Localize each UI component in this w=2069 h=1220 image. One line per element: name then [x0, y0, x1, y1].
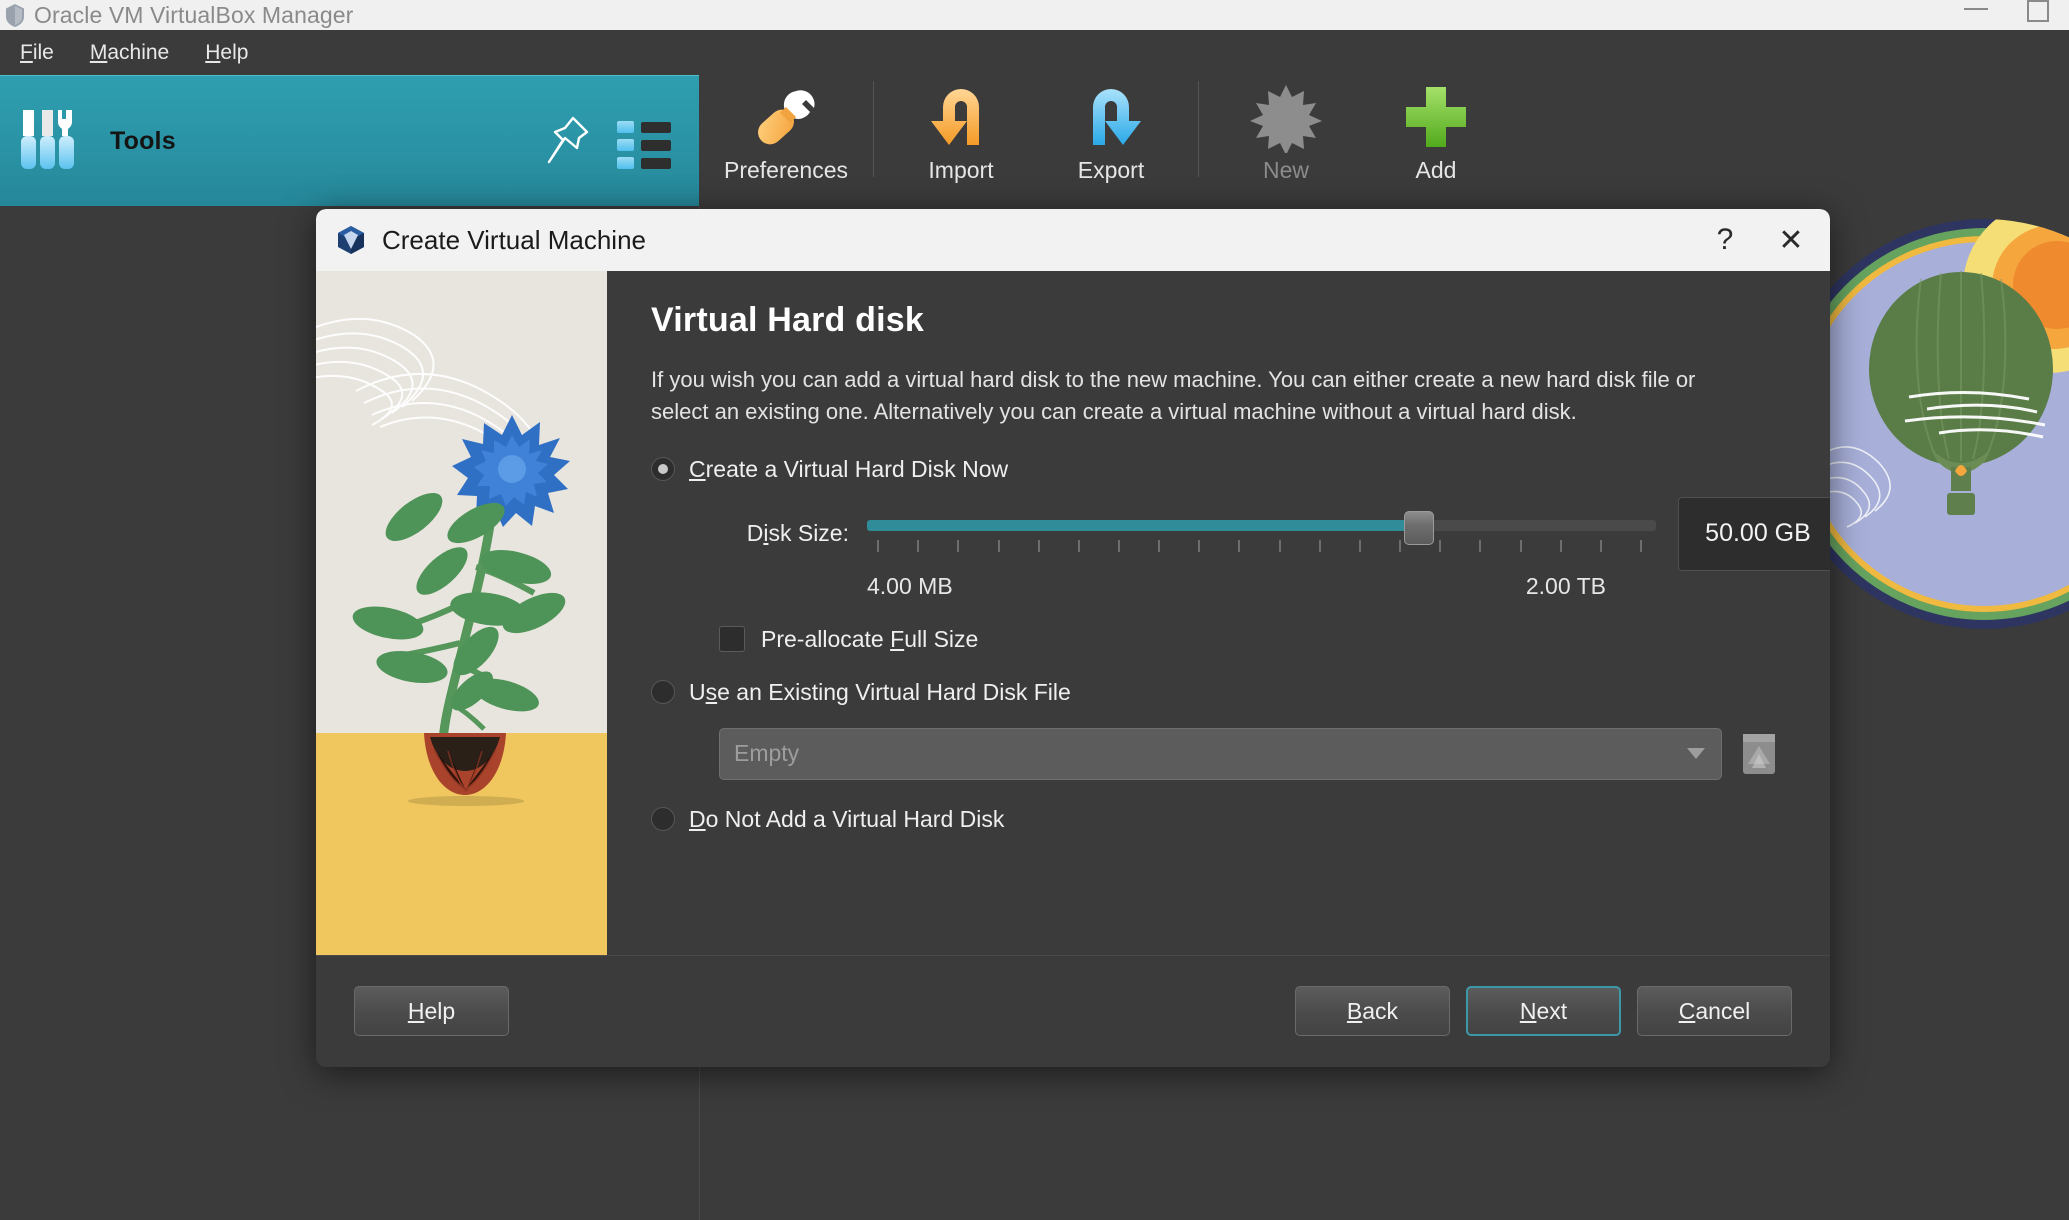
- toolbar-button-export[interactable]: Export: [1036, 75, 1186, 193]
- back-button[interactable]: Back: [1295, 986, 1450, 1036]
- existing-disk-placeholder: Empty: [734, 740, 799, 767]
- disk-size-min-label: 4.00 MB: [867, 573, 953, 600]
- radio-use-existing-virtual-hard-disk-file[interactable]: Use an Existing Virtual Hard Disk File: [651, 679, 1790, 706]
- disk-size-label: Disk Size:: [719, 520, 849, 547]
- chevron-down-icon[interactable]: [1687, 748, 1705, 759]
- potted-blue-flower-illustration: [316, 271, 607, 955]
- next-button[interactable]: Next: [1466, 986, 1621, 1036]
- minimize-icon[interactable]: [1945, 0, 2007, 30]
- page-description: If you wish you can add a virtual hard d…: [651, 364, 1696, 428]
- import-arrow-icon: [923, 81, 999, 153]
- page-title: Virtual Hard disk: [651, 301, 1790, 340]
- virtualbox-cube-icon: [334, 223, 368, 257]
- dialog-footer: Help Back Next Cancel: [316, 955, 1830, 1067]
- preferences-wrench-icon: [748, 81, 824, 153]
- pin-icon[interactable]: [543, 114, 591, 168]
- checkbox-preallocate-full-size[interactable]: Pre-allocate Full Size: [651, 626, 1790, 653]
- toolbar-label-import: Import: [928, 157, 993, 184]
- window-title: Oracle VM VirtualBox Manager: [34, 2, 353, 29]
- toolbar-label-export: Export: [1078, 157, 1144, 184]
- help-button[interactable]: Help: [354, 986, 509, 1036]
- toolbar-label-add: Add: [1416, 157, 1457, 184]
- slider-fill: [867, 520, 1419, 531]
- toolbar-separator-2: [1198, 81, 1199, 177]
- disk-size-range-labels: 4.00 MB 2.00 TB: [651, 573, 1606, 600]
- radio-do-not-add-virtual-hard-disk[interactable]: Do Not Add a Virtual Hard Disk: [651, 806, 1790, 833]
- toolbar-button-add[interactable]: Add: [1361, 75, 1511, 193]
- menu-help[interactable]: Help: [187, 41, 266, 65]
- dialog-content: Virtual Hard disk If you wish you can ad…: [607, 271, 1830, 955]
- main-toolbar: Preferences Import Export: [699, 75, 2069, 206]
- dialog-close-button[interactable]: ✕: [1762, 215, 1820, 265]
- toolbar-label-new: New: [1263, 157, 1309, 184]
- folder-browse-icon[interactable]: [1738, 728, 1780, 780]
- add-plus-icon: [1398, 81, 1474, 153]
- disk-size-slider[interactable]: [867, 508, 1656, 560]
- toolbar-label-preferences: Preferences: [724, 157, 848, 184]
- toolbar-button-new: New: [1211, 75, 1361, 193]
- virtualbox-manager-window: Oracle VM VirtualBox Manager File Machin…: [0, 0, 2069, 1220]
- checkbox-indicator-preallocate[interactable]: [719, 626, 745, 652]
- radio-label-do-not-add: Do Not Add a Virtual Hard Disk: [689, 806, 1004, 833]
- export-arrow-icon: [1073, 81, 1149, 153]
- disk-size-row: Disk Size: 50.00 GB: [651, 497, 1790, 571]
- existing-disk-combobox[interactable]: Empty: [719, 728, 1722, 780]
- tools-header[interactable]: Tools: [0, 75, 699, 206]
- tools-actions: [543, 114, 671, 168]
- radio-indicator-create-now[interactable]: [651, 457, 675, 481]
- list-view-icon[interactable]: [617, 117, 671, 165]
- toolbar-button-preferences[interactable]: Preferences: [711, 75, 861, 193]
- dialog-titlebar: Create Virtual Machine ? ✕: [316, 209, 1830, 271]
- toolbar-separator-1: [873, 81, 874, 177]
- footer-right-buttons: Back Next Cancel: [1295, 986, 1792, 1036]
- maximize-icon[interactable]: [2007, 0, 2069, 30]
- dialog-title-buttons: ? ✕: [1696, 215, 1820, 265]
- tools-label: Tools: [110, 127, 176, 156]
- dialog-title: Create Virtual Machine: [382, 225, 646, 256]
- existing-disk-row: Empty: [651, 728, 1790, 780]
- radio-indicator-use-existing[interactable]: [651, 680, 675, 704]
- menubar: File Machine Help: [0, 30, 2069, 75]
- menu-machine[interactable]: Machine: [72, 41, 187, 65]
- dialog-help-button[interactable]: ?: [1696, 215, 1754, 265]
- radio-indicator-do-not-add[interactable]: [651, 807, 675, 831]
- disk-size-value[interactable]: 50.00 GB: [1678, 497, 1830, 571]
- virtualbox-logo-icon: [2, 2, 28, 28]
- tools-screwdriver-wrench-icon: [18, 106, 82, 176]
- disk-size-max-label: 2.00 TB: [1526, 573, 1606, 600]
- cancel-button[interactable]: Cancel: [1637, 986, 1792, 1036]
- window-controls: [1945, 0, 2069, 30]
- slider-ticks: [867, 540, 1656, 554]
- new-star-icon: [1248, 81, 1324, 153]
- window-titlebar: Oracle VM VirtualBox Manager: [0, 0, 2069, 30]
- dialog-body: Virtual Hard disk If you wish you can ad…: [316, 271, 1830, 955]
- radio-label-create-now: Create a Virtual Hard Disk Now: [689, 456, 1008, 483]
- create-virtual-machine-dialog: Create Virtual Machine ? ✕: [316, 209, 1830, 1067]
- menu-file[interactable]: File: [2, 41, 72, 65]
- checkbox-label-preallocate: Pre-allocate Full Size: [761, 626, 978, 653]
- radio-label-use-existing: Use an Existing Virtual Hard Disk File: [689, 679, 1071, 706]
- toolbar-button-import[interactable]: Import: [886, 75, 1036, 193]
- radio-create-virtual-hard-disk-now[interactable]: Create a Virtual Hard Disk Now: [651, 456, 1790, 483]
